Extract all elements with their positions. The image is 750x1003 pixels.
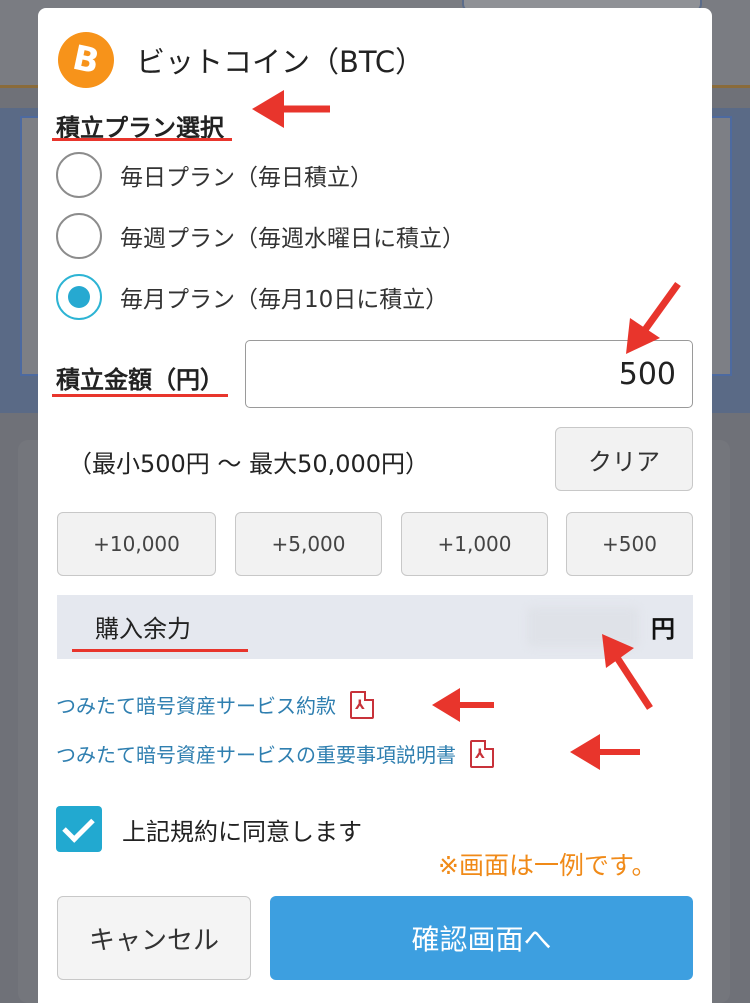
annotation-underline (72, 649, 248, 652)
plan-option-monthly[interactable]: 毎月プラン（毎月10日に積立） (56, 272, 448, 322)
terms-link-row[interactable]: つみたて暗号資産サービス約款 ⅄ (56, 690, 374, 719)
agree-checkbox[interactable] (56, 806, 102, 852)
disclosure-link[interactable]: つみたて暗号資産サービスの重要事項説明書 (56, 739, 456, 768)
pdf-icon[interactable]: ⅄ (470, 739, 494, 768)
example-note: ※画面は一例です。 (438, 851, 657, 880)
annotation-arrow-down (626, 281, 681, 354)
confirm-button[interactable]: 確認画面へ (270, 896, 693, 980)
terms-link[interactable]: つみたて暗号資産サービス約款 (56, 690, 336, 719)
plan-option-weekly[interactable]: 毎週プラン（毎週水曜日に積立） (56, 211, 465, 261)
annotation-arrow-left (252, 90, 330, 128)
annotation-underline (52, 138, 232, 141)
clear-button[interactable]: クリア (555, 427, 693, 491)
annotation-arrow-up (602, 634, 653, 710)
agree-label: 上記規約に同意します (122, 817, 362, 846)
pdf-icon[interactable]: ⅄ (350, 690, 374, 719)
amount-section-label: 積立金額（円） (56, 366, 224, 394)
disclosure-link-row[interactable]: つみたて暗号資産サービスの重要事項説明書 ⅄ (56, 739, 494, 768)
annotation-underline (52, 394, 228, 397)
plan-modal: B ビットコイン（BTC） 積立プラン選択 毎日プラン（毎日積立） 毎週プラン（… (38, 8, 712, 1003)
plan-option-label: 毎日プラン（毎日積立） (120, 165, 373, 191)
plan-option-daily[interactable]: 毎日プラン（毎日積立） (56, 150, 373, 200)
agree-checkbox-row[interactable]: 上記規約に同意します (56, 806, 362, 852)
radio-button-selected[interactable] (56, 274, 102, 320)
add-10000-button[interactable]: +10,000 (57, 512, 216, 576)
plan-option-label: 毎週プラン（毎週水曜日に積立） (120, 226, 465, 252)
annotation-arrow-left (570, 734, 640, 770)
amount-range: （最小500円 〜 最大50,000円） (68, 450, 430, 478)
cancel-button[interactable]: キャンセル (57, 896, 251, 980)
add-500-button[interactable]: +500 (566, 512, 693, 576)
modal-header: B ビットコイン（BTC） (52, 26, 425, 94)
radio-button[interactable] (56, 152, 102, 198)
balance-label: 購入余力 (95, 615, 191, 643)
annotation-arrow-left (432, 688, 494, 722)
bitcoin-icon: B (52, 26, 120, 94)
add-5000-button[interactable]: +5,000 (235, 512, 382, 576)
add-1000-button[interactable]: +1,000 (401, 512, 548, 576)
radio-button[interactable] (56, 213, 102, 259)
plan-option-label: 毎月プラン（毎月10日に積立） (120, 287, 449, 313)
modal-title: ビットコイン（BTC） (136, 45, 425, 79)
